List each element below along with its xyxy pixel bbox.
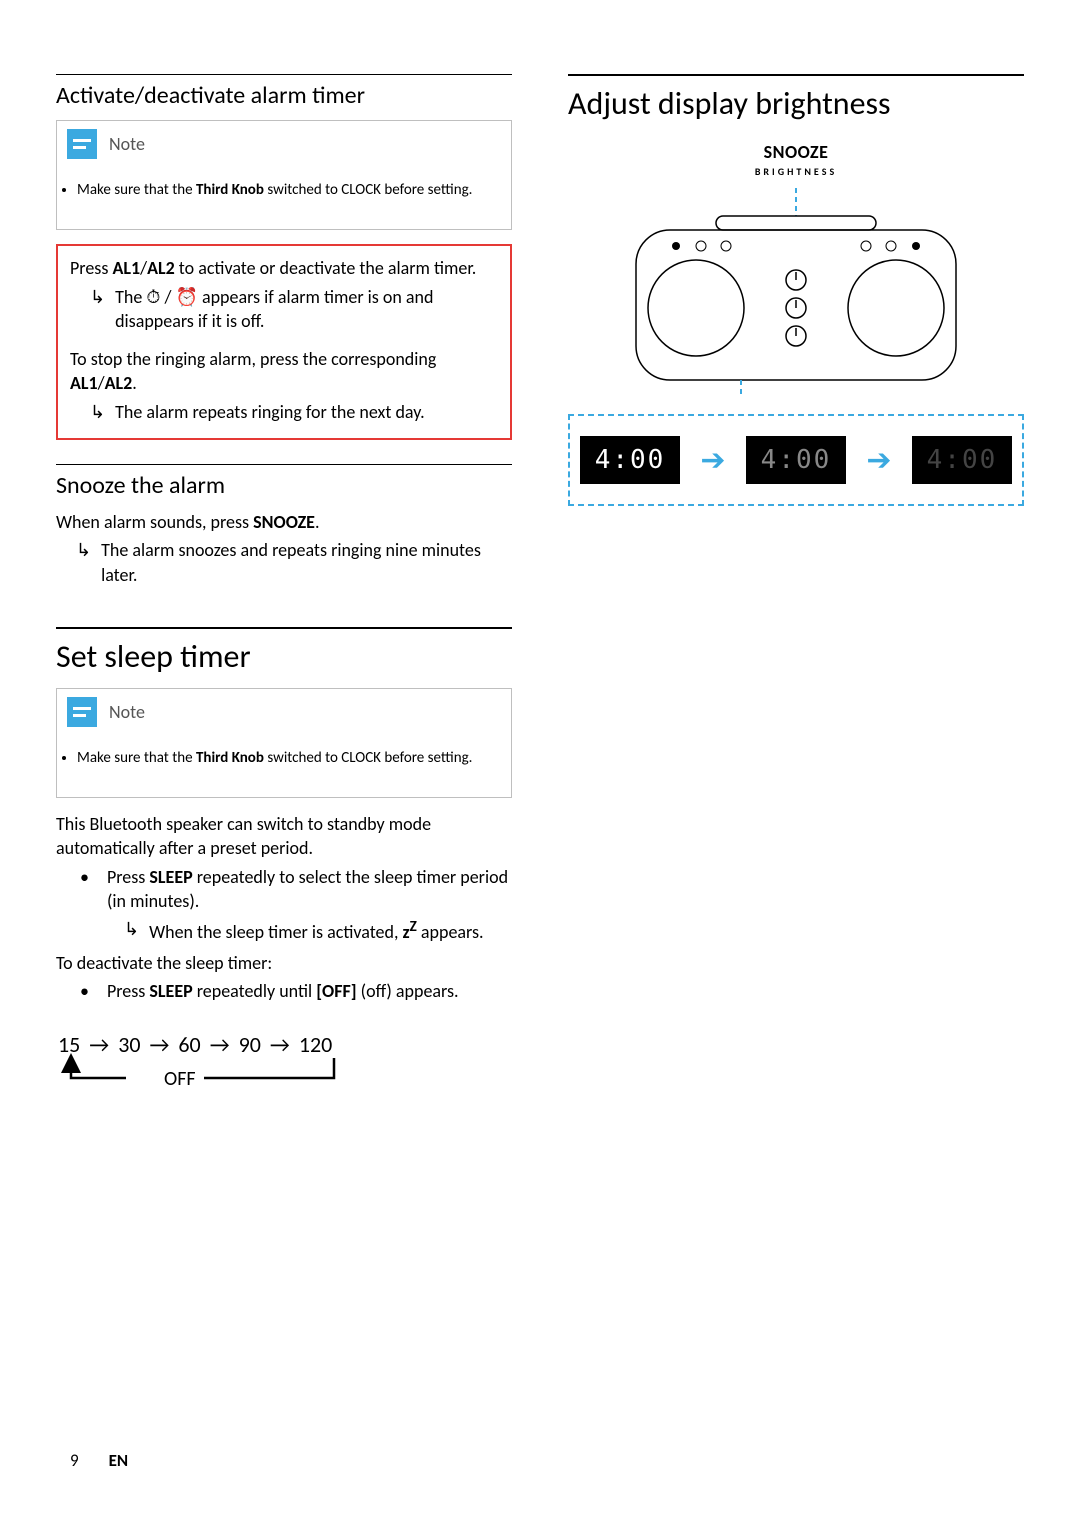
note-box-1: Note Make sure that the Third Knob switc… xyxy=(56,120,512,230)
off-text: OFF xyxy=(164,1067,196,1091)
brightness-levels-box: 4:00 ➔ 4:00 ➔ 4:00 xyxy=(568,414,1024,506)
sleep-timer-heading: Set sleep timer xyxy=(56,637,512,676)
press-al-line: Press AL1/AL2 to activate or deactivate … xyxy=(70,256,498,280)
note-icon xyxy=(67,697,97,727)
note-icon xyxy=(67,129,97,159)
arrow-right-icon: ➔ xyxy=(700,442,725,479)
sleep-bullet-2: Press SLEEP repeatedly until [OFF] (off)… xyxy=(107,979,459,1003)
brightness-knob-icon xyxy=(786,270,806,346)
page-number: 9 xyxy=(70,1450,79,1471)
brightness-heading: Adjust display brightness xyxy=(568,84,1024,123)
snooze-heading: Snooze the alarm xyxy=(56,471,512,500)
lcd-medium: 4:00 xyxy=(746,436,846,484)
result-text-1: The ⏱ / ⏰ appears if alarm timer is on a… xyxy=(115,285,498,334)
sleep-cycle-diagram: 15 → 30 → 60 → 90 → 120 OFF xyxy=(56,1031,512,1100)
result-arrow-icon: ↳ xyxy=(90,285,105,334)
note-text: Make sure that the Third Knob switched t… xyxy=(77,180,497,200)
lcd-dim: 4:00 xyxy=(912,436,1012,484)
result-arrow-icon: ↳ xyxy=(124,917,139,944)
bullet-icon: • xyxy=(80,865,89,914)
result-arrow-icon: ↳ xyxy=(76,538,91,587)
note-box-2: Note Make sure that the Third Knob switc… xyxy=(56,688,512,798)
speaker-illustration xyxy=(586,188,1006,398)
lcd-bright: 4:00 xyxy=(580,436,680,484)
stop-alarm-line: To stop the ringing alarm, press the cor… xyxy=(70,347,498,396)
sleep-bullet-1-result: When the sleep timer is activated, zZ ap… xyxy=(149,917,484,944)
language-code: EN xyxy=(109,1450,129,1471)
arrow-right-icon: ➔ xyxy=(866,442,891,479)
highlighted-instruction-box: Press AL1/AL2 to activate or deactivate … xyxy=(56,244,512,440)
activate-alarm-heading: Activate/deactivate alarm timer xyxy=(56,81,512,110)
sleep-bullet-1: Press SLEEP repeatedly to select the sle… xyxy=(107,865,512,914)
sleep-intro: This Bluetooth speaker can switch to sta… xyxy=(56,812,512,861)
brightness-text-label: BRIGHTNESS xyxy=(568,165,1024,178)
snooze-button-label: SNOOZE xyxy=(568,141,1024,163)
snooze-result: The alarm snoozes and repeats ringing ni… xyxy=(101,538,512,587)
note-text: Make sure that the Third Knob switched t… xyxy=(77,748,497,768)
snooze-line: When alarm sounds, press SNOOZE. xyxy=(56,510,512,534)
page-footer: 9 EN xyxy=(70,1450,128,1471)
result-text-2: The alarm repeats ringing for the next d… xyxy=(115,400,425,424)
result-arrow-icon: ↳ xyxy=(90,400,105,424)
note-label: Note xyxy=(109,701,145,723)
deactivate-title: To deactivate the sleep timer: xyxy=(56,951,512,975)
note-label: Note xyxy=(109,133,145,155)
brightness-figure: SNOOZE BRIGHTNESS xyxy=(568,141,1024,506)
bullet-icon: • xyxy=(80,979,89,1003)
